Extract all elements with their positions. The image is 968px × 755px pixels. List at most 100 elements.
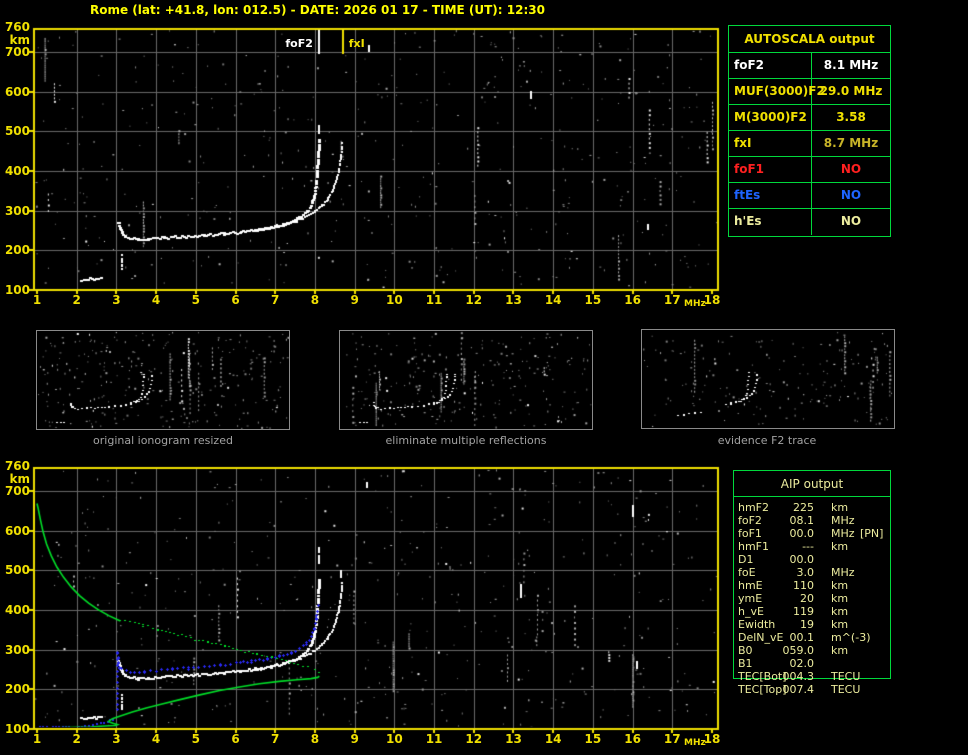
x-tick-label-6: 6 [231,293,240,307]
autoscala-row-fof1: foF1 NO [729,157,890,183]
autoscala-param-label: M(3000)F2 [729,105,812,130]
x-tick-label-1: 1 [32,732,42,746]
aip-row-fof2: foF2 08.1 MHz [734,514,890,527]
autoscala-param-value: 3.58 [836,110,866,124]
x-tick-label-15: 15 [584,732,602,746]
autoscala-param-value: 29.0 MHz [819,84,883,98]
aip-cell: 08.1 [789,514,815,527]
aip-output-table: AIP output hmF2 225 km foF2 08.1 MHz foF1 00.0 M… [733,470,891,696]
x-tick-label-11: 11 [425,293,443,307]
aip-cell: km [831,605,849,618]
x-tick-label-8: 8 [310,732,320,746]
autoscala-param-label: MUF(3000)F2 [729,79,825,104]
aip-cell: MHz [831,514,855,527]
autoscala-param-label: h'Es [729,209,812,235]
aip-cell: km [831,618,849,631]
aip-row-delnve: DelN_vE 00.1 m^(-3) [734,631,890,644]
aip-cell: 225 [793,501,814,514]
autoscala-row-fof2: foF2 8.1 MHz [729,53,890,79]
y-tick-label-200: 200 [4,243,30,258]
x-tick-label-2: 2 [72,732,81,746]
autoscala-param-value: NO [840,162,862,176]
thumbnail-eliminate-reflections [339,330,593,430]
aip-cell: 007.4 [782,683,815,696]
y-tick-label-700: 700 [4,483,30,498]
aip-cell: 00.1 [789,631,815,644]
x-tick-label-13: 13 [505,732,522,746]
autoscala-param-label: foF1 [729,157,812,182]
autoscala-row-m3000f2: M(3000)F2 3.58 [729,105,890,131]
x-tick-label-16: 16 [624,293,641,307]
x-tick-label-7: 7 [271,293,280,307]
x-tick-label-14: 14 [544,293,562,307]
aip-cell: 19 [800,618,814,631]
autoscala-param-value: NO [840,214,862,228]
autoscala-row-ftes: ftEs NO [729,183,890,209]
autoscala-row-hes: h'Es NO [729,209,890,235]
x-tick-label-4: 4 [151,293,161,307]
autoscala-param-label: fxI [729,131,812,156]
aip-row-hme: hmE 110 km [734,579,890,592]
aip-row-yme: ymE 20 km [734,592,890,605]
thumbnail-caption-eliminate: eliminate multiple reflections [385,434,547,447]
y-tick-label-300: 300 [4,642,30,657]
y-tick-label-760: 760 [4,459,30,473]
x-axis-unit-mhz: MHz [684,299,706,309]
autoscala-param-value: 8.1 MHz [823,58,879,72]
aip-cell: 059.0 [782,644,815,657]
x-tick-label-4: 4 [151,732,161,746]
autoscala-output-table: AUTOSCALA output foF2 8.1 MHz MUF(3000)F2 2… [728,25,891,237]
y-tick-label-300: 300 [4,203,30,218]
x-tick-label-9: 9 [350,293,359,307]
aip-cell: hmE [738,579,763,592]
y-axis-unit-km: km [9,472,30,486]
autoscala-param-label: foF2 [729,53,812,78]
aip-row-hmf1: hmF1 --- km [734,540,890,553]
y-tick-label-400: 400 [4,163,30,178]
aip-cell: B0 [738,644,753,657]
aip-cell: MHz [831,566,855,579]
x-tick-label-10: 10 [385,293,403,307]
aip-row-tectop: TEC[Top] 007.4 TECU [734,683,890,696]
aip-row-d1: D1 00.0 [734,553,890,566]
y-tick-label-600: 600 [4,523,30,538]
x-tick-label-18: 18 [703,293,721,307]
y-axis-unit-km: km [9,33,30,47]
aip-cell: 00.0 [789,553,815,566]
x-tick-label-1: 1 [32,293,42,307]
aip-cell: h_vE [738,605,764,618]
aip-table-header: AIP output [734,471,890,497]
aip-cell: foF1 [738,527,762,540]
thumbnail-original-ionogram [36,330,290,430]
aip-cell: TECU [831,670,861,683]
aip-cell: foF2 [738,514,762,527]
autoscala-row-fxi: fxI 8.7 MHz [729,131,890,157]
aip-cell: km [831,644,849,657]
y-tick-label-500: 500 [4,563,30,578]
autoscala-table-header: AUTOSCALA output [729,26,890,53]
aip-row-tecbot: TEC[Bot] 004.3 TECU [734,670,890,683]
y-tick-label-400: 400 [4,602,30,617]
aip-row-fof1: foF1 00.0 MHz [PN] [734,527,890,540]
x-tick-label-3: 3 [112,293,121,307]
aip-row-hve: h_vE 119 km [734,605,890,618]
x-axis-unit-mhz: MHz [684,738,706,748]
y-tick-label-100: 100 [4,283,30,297]
x-tick-label-7: 7 [271,732,280,746]
aip-row-ewidth: Ewidth 19 km [734,618,890,631]
x-tick-label-11: 11 [425,732,443,746]
aip-cell: 20 [800,592,814,605]
aip-cell: MHz [831,527,855,540]
thumbnail-caption-evidence: evidence F2 trace [717,434,817,447]
x-tick-label-8: 8 [310,293,320,307]
x-tick-label-12: 12 [465,732,483,746]
x-tick-label-14: 14 [544,732,562,746]
aip-cell: D1 [738,553,754,566]
aip-cell: 3.0 [796,566,815,579]
aip-cell: TECU [831,683,861,696]
autoscala-row-muf3000f2: MUF(3000)F2 29.0 MHz [729,79,890,105]
aip-cell: foE [738,566,756,579]
y-tick-label-500: 500 [4,124,30,139]
x-tick-label-2: 2 [72,293,81,307]
x-tick-label-5: 5 [191,732,200,746]
